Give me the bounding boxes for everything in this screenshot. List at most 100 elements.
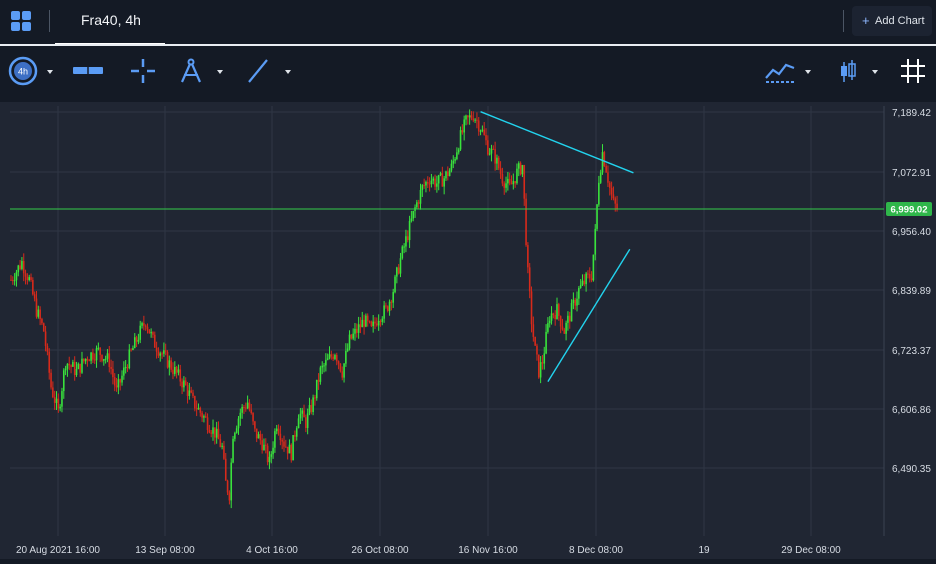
indicators-icon[interactable] — [764, 56, 796, 86]
interval-dropdown-caret[interactable] — [47, 70, 53, 74]
candle-body — [365, 315, 367, 327]
candle-body — [343, 363, 345, 378]
trendline-dropdown-caret[interactable] — [285, 70, 291, 74]
candle-body — [44, 331, 47, 347]
candle-body — [412, 210, 415, 219]
candle-body — [72, 361, 74, 367]
chart-type-dropdown-caret[interactable] — [872, 70, 878, 74]
candle-body — [250, 409, 253, 413]
candle-body — [376, 323, 378, 326]
candle-body — [397, 267, 400, 274]
interval-selector[interactable]: 4h — [8, 56, 38, 86]
candle-body — [457, 149, 460, 153]
candle-body — [576, 298, 578, 306]
candle-body — [90, 352, 92, 361]
candle-body — [277, 428, 280, 434]
candle-body — [64, 368, 67, 371]
divider — [843, 10, 844, 32]
candle-body — [330, 354, 333, 357]
price-chart[interactable]: 7,189.42 7,072.91 6,956.40 6,839.89 6,723.37… — [0, 102, 936, 559]
candle-body — [383, 305, 385, 319]
candle-body — [101, 354, 103, 361]
candle-body — [55, 398, 58, 403]
candlestick-type-icon[interactable] — [838, 56, 858, 86]
candle-body — [548, 320, 551, 324]
candle-body — [217, 428, 220, 440]
candle-body — [510, 183, 513, 185]
candle-body — [447, 171, 449, 177]
candle-body — [587, 273, 589, 275]
candle-body — [479, 130, 482, 132]
candle-body — [157, 351, 160, 356]
candle-body — [110, 367, 112, 369]
candle-body — [408, 220, 411, 241]
candle-body — [574, 299, 576, 306]
candle-body — [472, 118, 475, 121]
candle-body — [390, 301, 393, 303]
candle-body — [483, 129, 485, 135]
candle-body — [268, 456, 271, 463]
candle-body — [505, 183, 507, 188]
candle-body — [610, 187, 613, 195]
candle-body — [357, 324, 360, 333]
indicators-dropdown-caret[interactable] — [805, 70, 811, 74]
candle-body — [578, 287, 580, 299]
candle-body — [454, 159, 456, 161]
crosshair-icon[interactable] — [130, 56, 156, 86]
candle-body — [598, 182, 600, 205]
candle-body — [266, 445, 269, 463]
candle-body — [467, 115, 469, 118]
candle-body — [550, 313, 553, 321]
candle-body — [288, 444, 291, 454]
candle-body — [221, 445, 223, 447]
candle-body — [497, 157, 500, 169]
time-tick-label: 13 Sep 08:00 — [135, 545, 195, 556]
candle-body — [166, 351, 169, 368]
chart-range-icon[interactable] — [72, 56, 104, 86]
candle-body — [137, 339, 140, 342]
time-axis: 20 Aug 2021 16:00 13 Sep 08:00 4 Oct 16:00… — [16, 545, 841, 556]
candle-body — [612, 194, 615, 199]
add-chart-label: Add Chart — [875, 15, 925, 27]
candle-body — [257, 434, 260, 439]
drawing-tools-dropdown-caret[interactable] — [217, 70, 223, 74]
drawing-tools-icon[interactable] — [178, 56, 204, 86]
candle-body — [368, 321, 371, 323]
candle-body — [92, 352, 94, 360]
candle-body — [317, 379, 320, 382]
time-tick-label: 19 — [698, 545, 710, 556]
candle-body — [599, 172, 602, 183]
candle-body — [144, 325, 147, 327]
candle-body — [126, 367, 129, 369]
add-chart-button[interactable]: + Add Chart — [852, 6, 932, 36]
candle-body — [303, 410, 305, 418]
trendline-tool-icon[interactable] — [246, 56, 270, 86]
candle-body — [179, 369, 182, 382]
candle-body — [601, 152, 604, 173]
candle-body — [99, 347, 101, 355]
candle-body — [463, 119, 465, 133]
candle-body — [519, 163, 522, 175]
candle-body — [283, 441, 285, 447]
candle-body — [103, 359, 105, 361]
candle-body — [401, 246, 404, 259]
candle-body — [543, 353, 546, 364]
candle-body — [416, 202, 418, 208]
candle-body — [403, 246, 405, 248]
candle-body — [394, 276, 396, 293]
candle-body — [234, 432, 236, 439]
grid-menu-icon[interactable] — [10, 10, 32, 32]
candle-body — [325, 359, 327, 366]
candle-body — [579, 284, 582, 288]
candle-body — [379, 321, 382, 323]
candle-body — [194, 396, 196, 409]
chart-area[interactable]: 7,189.42 7,072.91 6,956.40 6,839.89 6,723.37… — [0, 102, 936, 559]
price-tick-label: 6,839.89 — [892, 286, 931, 297]
grid-toggle-icon[interactable] — [900, 56, 926, 86]
candle-body — [428, 183, 431, 185]
time-tick-label: 29 Dec 08:00 — [781, 545, 841, 556]
tab-chart[interactable]: Fra40, 4h — [55, 0, 165, 45]
candle-body — [459, 130, 462, 150]
candle-body — [252, 412, 254, 422]
candle-body — [153, 334, 156, 348]
